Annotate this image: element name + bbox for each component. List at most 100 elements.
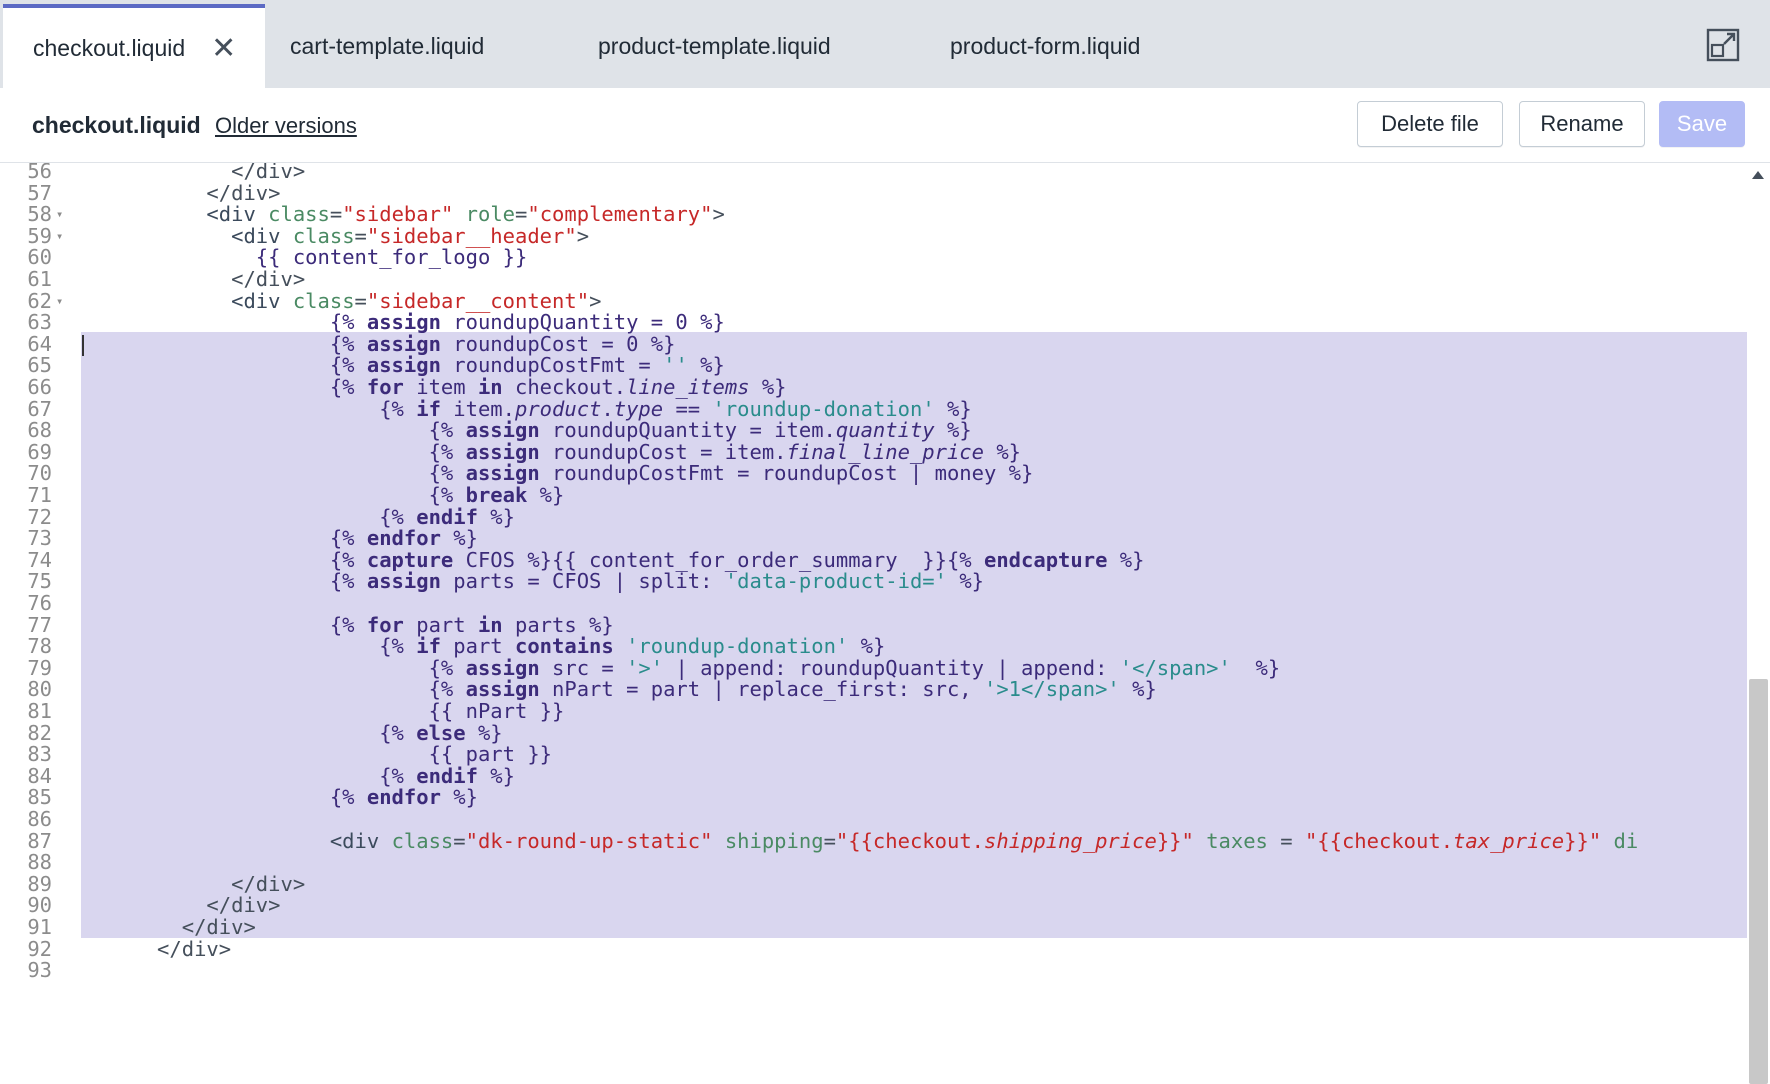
code-text: {{ content_for_logo }} bbox=[255, 245, 528, 270]
code-line[interactable]: 62 ▾ <div class="sidebar__content"> bbox=[0, 288, 1750, 313]
line-number: 74 bbox=[27, 547, 52, 572]
code-line[interactable]: 71 {% break %} bbox=[0, 483, 1750, 507]
code-line[interactable]: 91 </div> bbox=[0, 915, 1750, 939]
code-text: <div class="sidebar__content"> bbox=[231, 288, 602, 313]
line-number: 78 bbox=[27, 634, 52, 659]
code-text: {{ part }} bbox=[428, 742, 552, 767]
tab-product-form-liquid[interactable]: product-form.liquid bbox=[920, 4, 1140, 88]
code-text: <div class="dk-round-up-static" shipping… bbox=[329, 828, 1639, 853]
code-line[interactable]: 81 {{ nPart }} bbox=[0, 699, 1750, 723]
code-editor[interactable]: 56 </div> 57 </div> 58 ▾ <div class="sideba… bbox=[0, 163, 1770, 1084]
code-line[interactable]: 73 {% endfor %} bbox=[0, 526, 1750, 551]
code-line[interactable]: 64 {% assign roundupCost = 0 %} bbox=[0, 331, 1750, 356]
line-number: 67 bbox=[27, 396, 52, 421]
code-line[interactable]: 59 ▾ <div class="sidebar__header"> bbox=[0, 223, 1750, 248]
code-line[interactable]: 83 {{ part }} bbox=[0, 742, 1750, 767]
tab-label: cart-template.liquid bbox=[290, 32, 485, 59]
code-line[interactable]: 76 bbox=[0, 592, 1750, 615]
line-number: 90 bbox=[27, 893, 52, 918]
tab-label: checkout.liquid bbox=[33, 35, 186, 61]
close-icon[interactable]: ✕ bbox=[211, 33, 236, 64]
code-text: {% assign src = '>' | append: roundupQua… bbox=[428, 655, 1281, 680]
code-text: </div> bbox=[83, 915, 256, 939]
code-line[interactable]: 66 {% for item in checkout.line_items %} bbox=[0, 375, 1750, 399]
code-text: {% if part contains 'roundup-donation' %… bbox=[379, 634, 886, 659]
line-number: 84 bbox=[27, 763, 52, 788]
code-text: {% endif %} bbox=[379, 504, 515, 529]
fold-toggle-icon[interactable]: ▾ bbox=[56, 204, 63, 226]
code-text: {% for part in parts %} bbox=[329, 612, 614, 637]
tab-product-template-liquid[interactable]: product-template.liquid bbox=[568, 4, 831, 88]
code-line[interactable]: 60 {{ content_for_logo }} bbox=[0, 247, 1750, 269]
code-line[interactable]: 77 {% for part in parts %} bbox=[0, 612, 1750, 637]
code-line[interactable]: 69 {% assign roundupCost = item.final_li… bbox=[0, 439, 1750, 464]
line-number: 59 bbox=[27, 223, 52, 248]
code-text: {% assign parts = CFOS | split: 'data-pr… bbox=[329, 569, 985, 594]
code-text: {% if item.product.type == 'roundup-dona… bbox=[379, 396, 972, 421]
save-button[interactable]: Save bbox=[1659, 101, 1745, 147]
code-text: </div> bbox=[83, 871, 306, 896]
code-line[interactable]: 90 </div> bbox=[0, 895, 1750, 917]
code-text: {% assign roundupCost = item.final_line_… bbox=[428, 439, 1022, 464]
code-line[interactable]: 86 bbox=[0, 808, 1750, 831]
rename-button[interactable]: Rename bbox=[1519, 101, 1645, 147]
fold-toggle-icon[interactable]: ▾ bbox=[56, 226, 63, 248]
code-line[interactable]: 74 {% capture CFOS %}{{ content_for_orde… bbox=[0, 547, 1750, 572]
code-line[interactable]: 89 </div> bbox=[0, 871, 1750, 896]
code-line[interactable]: 85 {% endfor %} bbox=[0, 787, 1750, 809]
line-number: 69 bbox=[27, 439, 52, 464]
code-text: {% for item in checkout.line_items %} bbox=[329, 375, 787, 399]
delete-file-button[interactable]: Delete file bbox=[1357, 101, 1503, 147]
code-text: {% break %} bbox=[428, 483, 565, 507]
line-number: 83 bbox=[27, 742, 52, 767]
line-number: 80 bbox=[27, 677, 52, 702]
code-line[interactable]: 93 bbox=[0, 960, 1750, 982]
line-number: 72 bbox=[27, 504, 52, 529]
line-number: 85 bbox=[27, 785, 52, 810]
older-versions-link[interactable]: Older versions bbox=[215, 113, 357, 139]
line-number: 81 bbox=[27, 699, 52, 723]
code-line[interactable]: 63 {% assign roundupQuantity = 0 %} bbox=[0, 311, 1750, 334]
line-number: 57 bbox=[27, 180, 52, 205]
scroll-up-arrow-icon[interactable] bbox=[1752, 171, 1764, 179]
line-number: 89 bbox=[27, 871, 52, 896]
code-line[interactable]: 57 </div> bbox=[0, 180, 1750, 205]
code-line[interactable]: 68 {% assign roundupQuantity = item.quan… bbox=[0, 418, 1750, 443]
code-line[interactable]: 65 {% assign roundupCostFmt = '' %} bbox=[0, 355, 1750, 377]
file-title: checkout.liquid bbox=[32, 112, 201, 138]
vertical-scrollbar[interactable] bbox=[1747, 163, 1770, 1084]
code-line[interactable]: 88 bbox=[0, 852, 1750, 874]
code-line[interactable]: 67 {% if item.product.type == 'roundup-d… bbox=[0, 396, 1750, 421]
code-line[interactable]: 79 {% assign src = '>' | append: roundup… bbox=[0, 655, 1750, 680]
line-number: 56 bbox=[27, 163, 52, 183]
code-line[interactable]: 58 ▾ <div class="sidebar" role="complemen… bbox=[0, 202, 1750, 227]
expand-icon[interactable] bbox=[1706, 28, 1740, 62]
code-line[interactable]: 78 {% if part contains 'roundup-donation… bbox=[0, 634, 1750, 659]
code-text: {% assign roundupQuantity = item.quantit… bbox=[428, 418, 972, 443]
code-line[interactable]: 56 </div> bbox=[0, 163, 1750, 183]
line-number: 68 bbox=[27, 418, 52, 443]
tab-checkout-liquid[interactable]: checkout.liquid ✕ bbox=[3, 4, 265, 89]
file-tab-bar: checkout.liquid ✕ cart-template.liquid p… bbox=[0, 0, 1770, 89]
line-number: 64 bbox=[27, 331, 52, 356]
code-line[interactable]: 61 </div> bbox=[0, 268, 1750, 291]
code-line[interactable]: 75 {% assign parts = CFOS | split: 'data… bbox=[0, 571, 1750, 593]
code-editor-window: checkout.liquid ✕ cart-template.liquid p… bbox=[0, 0, 1770, 1084]
code-text: <div class="sidebar__header"> bbox=[231, 223, 590, 248]
code-line[interactable]: 82 {% else %} bbox=[0, 722, 1750, 745]
code-text: </div> bbox=[83, 180, 281, 205]
code-line[interactable]: 92 </div> bbox=[0, 938, 1750, 961]
code-line[interactable]: 70 {% assign roundupCostFmt = roundupCos… bbox=[0, 463, 1750, 485]
line-number: 70 bbox=[27, 461, 52, 486]
code-line[interactable]: 84 {% endif %} bbox=[0, 763, 1750, 788]
code-line[interactable]: 87 <div class="dk-round-up-static" shipp… bbox=[0, 828, 1750, 853]
code-text: {% assign roundupCostFmt = '' %} bbox=[329, 353, 725, 378]
code-text: {% endfor %} bbox=[329, 526, 478, 551]
line-number: 60 bbox=[27, 245, 52, 270]
code-line[interactable]: 72 {% endif %} bbox=[0, 504, 1750, 529]
tab-cart-template-liquid[interactable]: cart-template.liquid bbox=[260, 4, 484, 88]
fold-toggle-icon[interactable]: ▾ bbox=[56, 291, 63, 313]
code-line[interactable]: 80 {% assign nPart = part | replace_firs… bbox=[0, 679, 1750, 701]
scrollbar-thumb[interactable] bbox=[1749, 679, 1768, 1084]
code-text: <div class="sidebar" role="complementary… bbox=[206, 202, 725, 227]
